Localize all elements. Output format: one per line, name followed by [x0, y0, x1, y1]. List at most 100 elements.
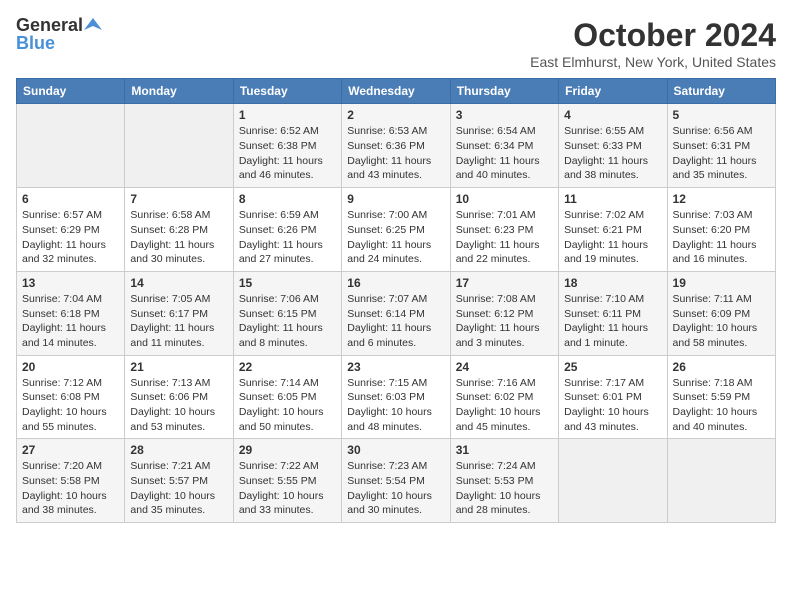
day-number: 7 [130, 192, 227, 206]
logo-bird-icon [84, 16, 102, 34]
calendar-cell: 17 Sunrise: 7:08 AM Sunset: 6:12 PM Dayli… [450, 271, 558, 355]
day-number: 25 [564, 360, 661, 374]
day-info: Sunrise: 7:24 AM Sunset: 5:53 PM Dayligh… [456, 459, 553, 518]
day-of-week-header: Sunday [17, 79, 125, 104]
day-info: Sunrise: 7:08 AM Sunset: 6:12 PM Dayligh… [456, 292, 553, 351]
month-title: October 2024 [530, 16, 776, 54]
calendar-week-row: 1 Sunrise: 6:52 AM Sunset: 6:38 PM Daylig… [17, 104, 776, 188]
day-number: 10 [456, 192, 553, 206]
day-number: 4 [564, 108, 661, 122]
calendar-cell: 14Sunrise: 7:05 AM Sunset: 6:17 PM Dayli… [125, 271, 233, 355]
title-block: October 2024 East Elmhurst, New York, Un… [530, 16, 776, 70]
day-info: Sunrise: 7:10 AM Sunset: 6:11 PM Dayligh… [564, 292, 661, 351]
day-number: 6 [22, 192, 119, 206]
day-number: 27 [22, 443, 119, 457]
day-number: 24 [456, 360, 553, 374]
calendar-cell: 8 Sunrise: 6:59 AM Sunset: 6:26 PM Daylig… [233, 188, 341, 272]
day-number: 20 [22, 360, 119, 374]
day-info: Sunrise: 7:22 AM Sunset: 5:55 PM Dayligh… [239, 459, 336, 518]
calendar-cell [667, 439, 775, 523]
calendar-cell: 19 Sunrise: 7:11 AM Sunset: 6:09 PM Dayli… [667, 271, 775, 355]
calendar-cell: 16 Sunrise: 7:07 AM Sunset: 6:14 PM Dayli… [342, 271, 450, 355]
day-number: 26 [673, 360, 770, 374]
calendar-cell: 24 Sunrise: 7:16 AM Sunset: 6:02 PM Dayli… [450, 355, 558, 439]
day-info: Sunrise: 6:57 AM Sunset: 6:29 PM Dayligh… [22, 208, 119, 267]
day-of-week-header: Wednesday [342, 79, 450, 104]
day-number: 12 [673, 192, 770, 206]
day-number: 2 [347, 108, 444, 122]
day-info: Sunrise: 7:20 AM Sunset: 5:58 PM Dayligh… [22, 459, 119, 518]
calendar-cell: 29 Sunrise: 7:22 AM Sunset: 5:55 PM Dayli… [233, 439, 341, 523]
calendar-table: SundayMondayTuesdayWednesdayThursdayFrid… [16, 78, 776, 523]
calendar-cell: 4 Sunrise: 6:55 AM Sunset: 6:33 PM Daylig… [559, 104, 667, 188]
day-info: Sunrise: 7:02 AM Sunset: 6:21 PM Dayligh… [564, 208, 661, 267]
day-number: 17 [456, 276, 553, 290]
calendar-cell: 13 Sunrise: 7:04 AM Sunset: 6:18 PM Dayli… [17, 271, 125, 355]
day-info: Sunrise: 7:21 AM Sunset: 5:57 PM Dayligh… [130, 459, 227, 518]
calendar-cell [17, 104, 125, 188]
day-number: 16 [347, 276, 444, 290]
day-number: 8 [239, 192, 336, 206]
calendar-cell: 27 Sunrise: 7:20 AM Sunset: 5:58 PM Dayli… [17, 439, 125, 523]
day-of-week-header: Tuesday [233, 79, 341, 104]
location-text: East Elmhurst, New York, United States [530, 54, 776, 70]
day-number: 22 [239, 360, 336, 374]
day-number: 9 [347, 192, 444, 206]
calendar-week-row: 6 Sunrise: 6:57 AM Sunset: 6:29 PM Daylig… [17, 188, 776, 272]
day-info: Sunrise: 7:11 AM Sunset: 6:09 PM Dayligh… [673, 292, 770, 351]
day-info: Sunrise: 7:12 AM Sunset: 6:08 PM Dayligh… [22, 376, 119, 435]
day-info: Sunrise: 7:03 AM Sunset: 6:20 PM Dayligh… [673, 208, 770, 267]
day-info: Sunrise: 6:59 AM Sunset: 6:26 PM Dayligh… [239, 208, 336, 267]
day-info: Sunrise: 7:14 AM Sunset: 6:05 PM Dayligh… [239, 376, 336, 435]
day-number: 13 [22, 276, 119, 290]
day-info: Sunrise: 6:56 AM Sunset: 6:31 PM Dayligh… [673, 124, 770, 183]
calendar-cell: 21Sunrise: 7:13 AM Sunset: 6:06 PM Dayli… [125, 355, 233, 439]
calendar-cell: 9 Sunrise: 7:00 AM Sunset: 6:25 PM Daylig… [342, 188, 450, 272]
day-info: Sunrise: 6:55 AM Sunset: 6:33 PM Dayligh… [564, 124, 661, 183]
day-number: 3 [456, 108, 553, 122]
day-info: Sunrise: 7:18 AM Sunset: 5:59 PM Dayligh… [673, 376, 770, 435]
calendar-cell: 12 Sunrise: 7:03 AM Sunset: 6:20 PM Dayli… [667, 188, 775, 272]
day-number: 19 [673, 276, 770, 290]
day-number: 28 [130, 443, 227, 457]
day-number: 18 [564, 276, 661, 290]
calendar-cell: 7 Sunrise: 6:58 AM Sunset: 6:28 PM Daylig… [125, 188, 233, 272]
day-info: Sunrise: 7:15 AM Sunset: 6:03 PM Dayligh… [347, 376, 444, 435]
logo: General Blue [16, 16, 102, 52]
day-number: 1 [239, 108, 336, 122]
calendar-header-row: SundayMondayTuesdayWednesdayThursdayFrid… [17, 79, 776, 104]
day-of-week-header: Thursday [450, 79, 558, 104]
day-info: Sunrise: 6:58 AM Sunset: 6:28 PM Dayligh… [130, 208, 227, 267]
day-number: 29 [239, 443, 336, 457]
calendar-cell: 26 Sunrise: 7:18 AM Sunset: 5:59 PM Dayli… [667, 355, 775, 439]
calendar-cell: 2Sunrise: 6:53 AM Sunset: 6:36 PM Daylig… [342, 104, 450, 188]
day-info: Sunrise: 7:16 AM Sunset: 6:02 PM Dayligh… [456, 376, 553, 435]
calendar-cell: 5 Sunrise: 6:56 AM Sunset: 6:31 PM Daylig… [667, 104, 775, 188]
calendar-cell: 25 Sunrise: 7:17 AM Sunset: 6:01 PM Dayli… [559, 355, 667, 439]
logo-blue-text: Blue [16, 34, 55, 52]
logo-general-text: General [16, 16, 83, 34]
day-number: 14 [130, 276, 227, 290]
day-number: 23 [347, 360, 444, 374]
calendar-cell: 31Sunrise: 7:24 AM Sunset: 5:53 PM Dayli… [450, 439, 558, 523]
day-number: 5 [673, 108, 770, 122]
calendar-cell: 23 Sunrise: 7:15 AM Sunset: 6:03 PM Dayli… [342, 355, 450, 439]
calendar-week-row: 27 Sunrise: 7:20 AM Sunset: 5:58 PM Dayli… [17, 439, 776, 523]
day-number: 11 [564, 192, 661, 206]
day-info: Sunrise: 7:17 AM Sunset: 6:01 PM Dayligh… [564, 376, 661, 435]
day-of-week-header: Saturday [667, 79, 775, 104]
day-number: 21 [130, 360, 227, 374]
day-info: Sunrise: 7:04 AM Sunset: 6:18 PM Dayligh… [22, 292, 119, 351]
calendar-cell: 1 Sunrise: 6:52 AM Sunset: 6:38 PM Daylig… [233, 104, 341, 188]
day-info: Sunrise: 7:00 AM Sunset: 6:25 PM Dayligh… [347, 208, 444, 267]
calendar-cell: 22 Sunrise: 7:14 AM Sunset: 6:05 PM Dayli… [233, 355, 341, 439]
day-info: Sunrise: 7:07 AM Sunset: 6:14 PM Dayligh… [347, 292, 444, 351]
page-header: General Blue October 2024 East Elmhurst,… [16, 16, 776, 70]
day-number: 15 [239, 276, 336, 290]
calendar-week-row: 20 Sunrise: 7:12 AM Sunset: 6:08 PM Dayli… [17, 355, 776, 439]
calendar-cell: 20 Sunrise: 7:12 AM Sunset: 6:08 PM Dayli… [17, 355, 125, 439]
calendar-cell: 28 Sunrise: 7:21 AM Sunset: 5:57 PM Dayli… [125, 439, 233, 523]
day-info: Sunrise: 6:52 AM Sunset: 6:38 PM Dayligh… [239, 124, 336, 183]
calendar-cell: 18 Sunrise: 7:10 AM Sunset: 6:11 PM Dayli… [559, 271, 667, 355]
day-info: Sunrise: 7:23 AM Sunset: 5:54 PM Dayligh… [347, 459, 444, 518]
